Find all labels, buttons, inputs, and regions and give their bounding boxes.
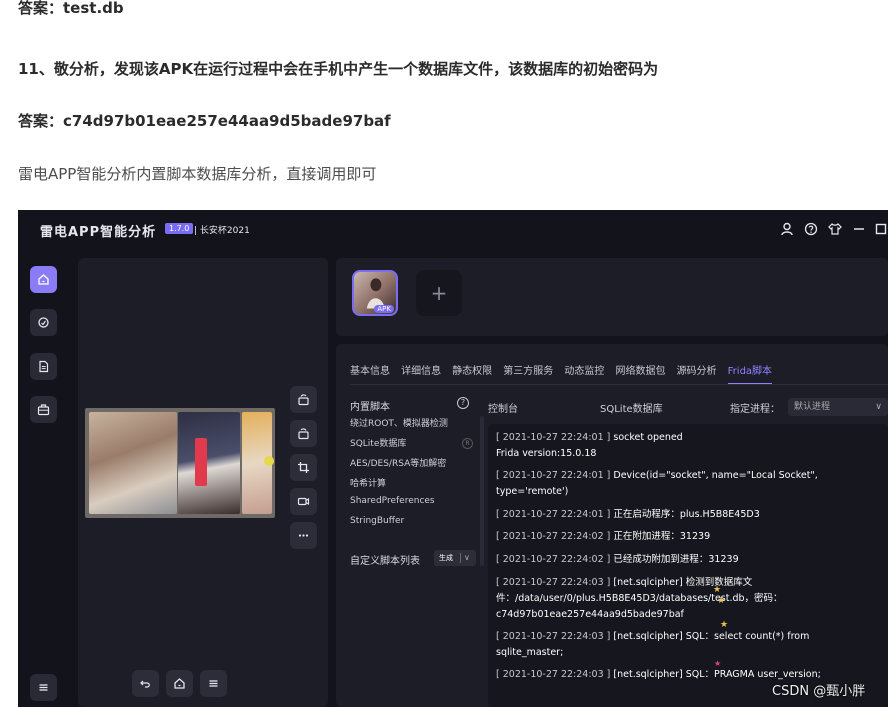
app-window: 雷电APP智能分析 1.7.0 | 长安杯2021 APK + 基本信息 详细信… — [18, 210, 888, 707]
analysis-icon — [38, 317, 49, 328]
chevron-down-icon: ∨ — [464, 553, 470, 562]
tab-basic-info[interactable]: 基本信息 — [350, 362, 390, 383]
home-icon — [38, 274, 49, 285]
process-select-value: 默认进程 — [794, 402, 831, 412]
toolbox-icon — [37, 404, 50, 416]
home-icon — [174, 678, 185, 689]
selected-badge-icon: R — [462, 438, 473, 449]
log-line: type='remote') — [496, 486, 569, 497]
apk-tag: APK — [374, 305, 394, 313]
rail-analysis-button[interactable] — [30, 309, 57, 336]
answer-password: 答案：c74d97b01eae257e44aa9d5bade97baf — [18, 112, 391, 130]
nav-menu-button[interactable] — [200, 670, 227, 697]
phone-screenshot[interactable] — [85, 408, 275, 518]
nav-home-button[interactable] — [166, 670, 193, 697]
tab-dynamic-monitor[interactable]: 动态监控 — [564, 362, 604, 383]
log-line: [ 2021-10-27 22:24:02 ] 正在附加进程：31239 — [496, 531, 711, 542]
back-icon — [140, 680, 150, 688]
user-icon[interactable] — [780, 222, 794, 236]
process-label: 指定进程： — [730, 404, 780, 415]
maximize-icon[interactable] — [874, 222, 888, 236]
sqlite-db-label[interactable]: SQLite数据库 — [600, 400, 663, 415]
edition-label: | 长安杯2021 — [194, 226, 250, 236]
builtin-script-panel: 内置脚本 ? 绕过ROOT、模拟器检测 SQLite数据库 R AES/DES/… — [350, 394, 480, 694]
crop-button[interactable] — [290, 454, 317, 481]
note-text: 雷电APP智能分析内置脚本数据库分析，直接调用即可 — [18, 165, 377, 183]
log-line: Frida version:15.0.18 — [496, 448, 597, 459]
app-title: 雷电APP智能分析 — [40, 225, 157, 240]
back-button[interactable] — [132, 670, 159, 697]
tab-third-party[interactable]: 第三方服务 — [503, 362, 553, 383]
menu-icon — [39, 684, 48, 691]
sparkle-icon: ★ — [720, 620, 729, 630]
crop-icon — [298, 462, 309, 473]
generate-button-label: 生成 — [439, 554, 453, 562]
tab-network-packets[interactable]: 网络数据包 — [615, 362, 665, 383]
record-button[interactable] — [290, 488, 317, 515]
tab-source-analysis[interactable]: 源码分析 — [677, 362, 717, 383]
help-icon[interactable] — [804, 222, 818, 236]
app-tiles: APK + — [336, 258, 888, 336]
record-icon — [297, 497, 310, 506]
script-item-sqlite[interactable]: SQLite数据库 — [350, 436, 406, 449]
console-output: [ 2021-10-27 22:24:01 ] socket opened Fr… — [488, 424, 888, 707]
rail-home-button[interactable] — [30, 266, 57, 293]
tab-detail-info[interactable]: 详细信息 — [401, 362, 441, 383]
title-bar: 雷电APP智能分析 1.7.0 | 长安杯2021 — [18, 210, 888, 250]
version-badge: 1.7.0 — [165, 223, 194, 234]
rail-toolbox-button[interactable] — [30, 396, 57, 423]
more-icon — [298, 534, 309, 537]
tab-divider — [350, 384, 888, 385]
console-label[interactable]: 控制台 — [488, 400, 518, 415]
log-line: [ 2021-10-27 22:24:03 ] [net.sqlcipher] … — [496, 577, 753, 588]
rail-menu-button[interactable] — [30, 674, 57, 701]
chevron-down-icon: ∨ — [875, 402, 882, 412]
left-rail — [18, 250, 66, 707]
script-item-root-bypass[interactable]: 绕过ROOT、模拟器检测 — [350, 416, 448, 429]
detail-panel: 基本信息 详细信息 静态权限 第三方服务 动态监控 网络数据包 源码分析 Fri… — [336, 344, 888, 707]
script-list-scrollbar[interactable] — [480, 416, 484, 566]
tab-bar: 基本信息 详细信息 静态权限 第三方服务 动态监控 网络数据包 源码分析 Fri… — [350, 359, 778, 385]
log-line: [ 2021-10-27 22:24:01 ] Device(id="socke… — [496, 470, 818, 481]
menu-icon — [209, 680, 218, 687]
log-line: [ 2021-10-27 22:24:01 ] 正在启动程序：plus.H5B8… — [496, 509, 760, 520]
question-11: 11、敬分析，发现该APK在运行过程中会在手机中产生一个数据库文件，该数据库的初… — [18, 60, 659, 78]
log-line: [ 2021-10-27 22:24:01 ] socket opened — [496, 432, 683, 443]
rotate-left-button[interactable] — [290, 386, 317, 413]
document-icon — [39, 360, 49, 373]
tab-static-permissions[interactable]: 静态权限 — [452, 362, 492, 383]
log-line: [ 2021-10-27 22:24:03 ] [net.sqlcipher] … — [496, 631, 810, 642]
phone-preview-panel — [78, 258, 328, 707]
script-item-stringbuffer[interactable]: StringBuffer — [350, 516, 404, 526]
log-line: 件：/data/user/0/plus.H5B8E45D3/databases/… — [496, 593, 783, 604]
log-line: c74d97b01eae257e44aa9d5bade97baf — [496, 609, 684, 620]
sparkle-icon: ★ — [713, 585, 722, 595]
script-item-sharedpreferences[interactable]: SharedPreferences — [350, 496, 435, 506]
answer-test-db: 答案：test.db — [18, 0, 124, 17]
rotate-right-button[interactable] — [290, 420, 317, 447]
script-item-crypto[interactable]: AES/DES/RSA等加解密 — [350, 456, 446, 469]
process-select[interactable]: 默认进程 ∨ — [788, 398, 888, 416]
watermark: CSDN @甄小胖 — [772, 684, 866, 699]
more-button[interactable] — [290, 522, 317, 549]
generate-button[interactable]: 生成 ∨ — [434, 550, 476, 566]
rail-document-button[interactable] — [30, 353, 57, 380]
builtin-script-title: 内置脚本 — [350, 402, 390, 413]
script-item-hash[interactable]: 哈希计算 — [350, 476, 386, 489]
console-header: 控制台 SQLite数据库 指定进程： 默认进程 ∨ — [488, 398, 888, 418]
log-line: [ 2021-10-27 22:24:02 ] 已经成功附加到进程：31239 — [496, 554, 739, 565]
custom-script-label: 自定义脚本列表 — [350, 556, 420, 567]
tab-frida-script[interactable]: Frida脚本 — [727, 362, 773, 385]
sparkle-icon: ★ — [717, 596, 726, 606]
shirt-icon[interactable] — [828, 222, 842, 236]
rotate-right-icon — [298, 428, 309, 440]
add-app-button[interactable]: + — [416, 270, 462, 316]
sparkle-icon: ★ — [714, 659, 722, 668]
apk-tile[interactable]: APK — [352, 270, 398, 316]
rotate-left-icon — [298, 394, 309, 406]
script-help-icon[interactable]: ? — [457, 397, 469, 409]
log-line: sqlite_master; — [496, 647, 564, 658]
minimize-icon[interactable] — [852, 222, 866, 236]
